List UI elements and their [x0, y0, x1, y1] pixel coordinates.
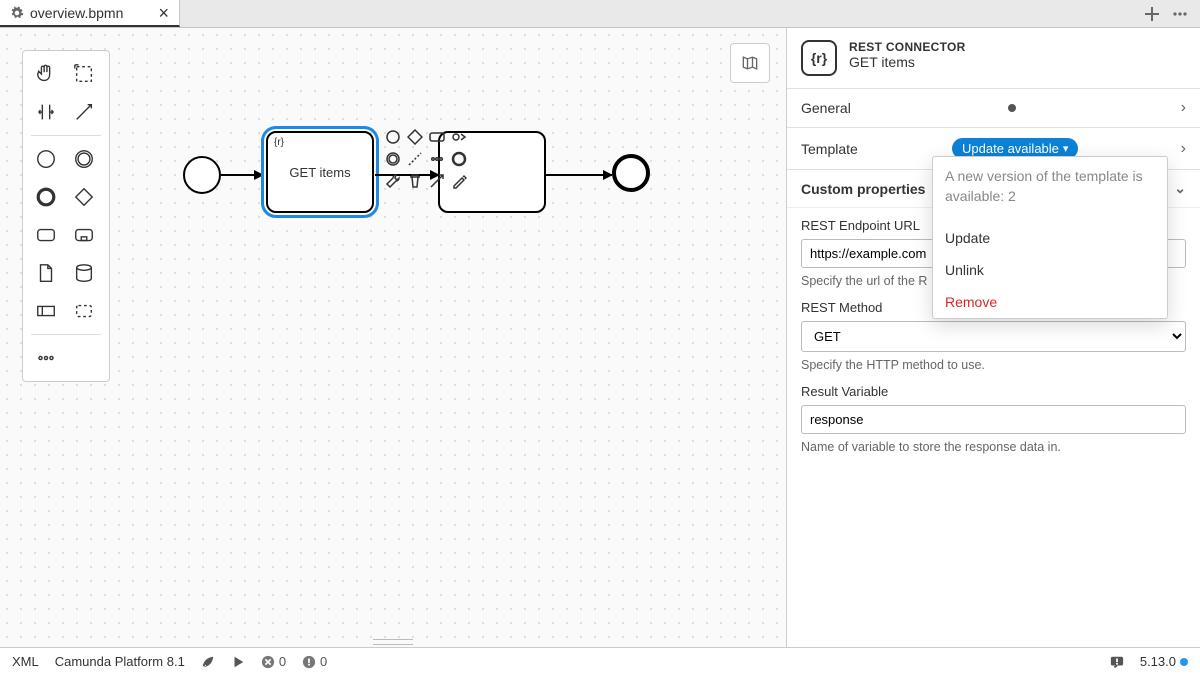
end-event-tool[interactable] — [27, 178, 65, 216]
properties-panel: {r} REST CONNECTOR GET items General › T… — [786, 28, 1200, 647]
cp-annotation-icon[interactable] — [406, 150, 424, 168]
cp-end-event-icon[interactable] — [450, 150, 468, 168]
cp-gateway-icon[interactable] — [406, 128, 424, 146]
version-indicator[interactable]: 5.13.0 — [1140, 654, 1188, 669]
gear-icon — [10, 6, 24, 20]
status-bar: XML Camunda Platform 8.1 0 0 5.13.0 — [0, 647, 1200, 675]
popover-description: A new version of the template is availab… — [933, 157, 1167, 222]
warnings-indicator[interactable]: 0 — [302, 654, 327, 669]
cp-intermediate-icon[interactable] — [384, 150, 402, 168]
tab-bar: overview.bpmn × — [0, 0, 1200, 28]
cp-change-type-icon[interactable] — [450, 128, 468, 146]
more-icon[interactable] — [1172, 6, 1188, 22]
deploy-button[interactable] — [201, 655, 215, 669]
chevron-right-icon: › — [1181, 140, 1186, 158]
close-icon[interactable]: × — [158, 4, 169, 22]
task-label: GET items — [289, 165, 350, 180]
version-label: 5.13.0 — [1140, 654, 1176, 669]
run-button[interactable] — [231, 655, 245, 669]
cp-more-icon[interactable] — [428, 150, 446, 168]
section-title: General — [801, 100, 851, 116]
template-update-popover: A new version of the template is availab… — [932, 156, 1168, 319]
subprocess-tool[interactable] — [65, 216, 103, 254]
chevron-down-icon: ▾ — [1063, 142, 1069, 155]
new-tab-icon[interactable] — [1144, 6, 1160, 22]
context-pad — [384, 128, 468, 190]
start-event-tool[interactable] — [27, 140, 65, 178]
sequence-flow[interactable] — [221, 174, 263, 176]
bpmn-end-event[interactable] — [612, 154, 650, 192]
header-type-label: REST CONNECTOR — [849, 40, 966, 54]
file-tab[interactable]: overview.bpmn × — [0, 0, 180, 27]
popover-remove-item[interactable]: Remove — [933, 286, 1167, 318]
cp-color-icon[interactable] — [450, 172, 468, 190]
minimap-toggle[interactable] — [730, 43, 770, 83]
main-area: {r} GET items {r} REST CON — [0, 28, 1200, 647]
warnings-count: 0 — [320, 654, 327, 669]
method-select[interactable]: GET — [801, 321, 1186, 352]
intermediate-event-tool[interactable] — [65, 140, 103, 178]
properties-header: {r} REST CONNECTOR GET items — [787, 28, 1200, 89]
method-hint: Specify the HTTP method to use. — [801, 358, 1186, 372]
cp-task-icon[interactable] — [428, 128, 446, 146]
group-tool[interactable] — [65, 292, 103, 330]
section-indicator-dot — [1008, 104, 1016, 112]
task-corner-icon: {r} — [274, 137, 284, 148]
gateway-tool[interactable] — [65, 178, 103, 216]
section-title: Custom properties — [801, 181, 925, 197]
lasso-tool[interactable] — [65, 55, 103, 93]
data-store-tool[interactable] — [65, 254, 103, 292]
cp-connect-icon[interactable] — [428, 172, 446, 190]
hand-tool[interactable] — [27, 55, 65, 93]
chevron-down-icon: ⌄ — [1174, 180, 1186, 197]
popover-update-item[interactable]: Update — [933, 222, 1167, 254]
header-type-icon: {r} — [801, 40, 837, 76]
chevron-right-icon: › — [1181, 99, 1186, 117]
cp-wrench-icon[interactable] — [384, 172, 402, 190]
section-title: Template — [801, 141, 858, 157]
popover-unlink-item[interactable]: Unlink — [933, 254, 1167, 286]
bpmn-start-event[interactable] — [183, 156, 221, 194]
space-tool[interactable] — [27, 93, 65, 131]
tool-palette — [22, 50, 110, 382]
result-label: Result Variable — [801, 384, 1186, 399]
errors-count: 0 — [279, 654, 286, 669]
task-tool[interactable] — [27, 216, 65, 254]
feedback-button[interactable] — [1110, 655, 1124, 669]
sequence-flow[interactable] — [546, 174, 612, 176]
update-dot-icon — [1180, 658, 1188, 666]
tab-actions — [1132, 0, 1200, 27]
xml-toggle[interactable]: XML — [12, 654, 39, 669]
canvas-resize-handle[interactable] — [363, 637, 423, 647]
badge-label: Update available — [962, 141, 1059, 156]
result-hint: Name of variable to store the response d… — [801, 440, 1186, 454]
bpmn-task-selected[interactable]: {r} GET items — [266, 131, 374, 213]
cp-start-event-icon[interactable] — [384, 128, 402, 146]
connect-tool[interactable] — [65, 93, 103, 131]
tab-filename: overview.bpmn — [30, 5, 123, 21]
header-element-name: GET items — [849, 54, 966, 70]
pool-tool[interactable] — [27, 292, 65, 330]
canvas[interactable]: {r} GET items — [0, 28, 786, 647]
result-input[interactable] — [801, 405, 1186, 434]
section-general[interactable]: General › — [787, 89, 1200, 128]
cp-trash-icon[interactable] — [406, 172, 424, 190]
data-object-tool[interactable] — [27, 254, 65, 292]
more-tools[interactable] — [27, 339, 65, 377]
platform-label[interactable]: Camunda Platform 8.1 — [55, 654, 185, 669]
errors-indicator[interactable]: 0 — [261, 654, 286, 669]
